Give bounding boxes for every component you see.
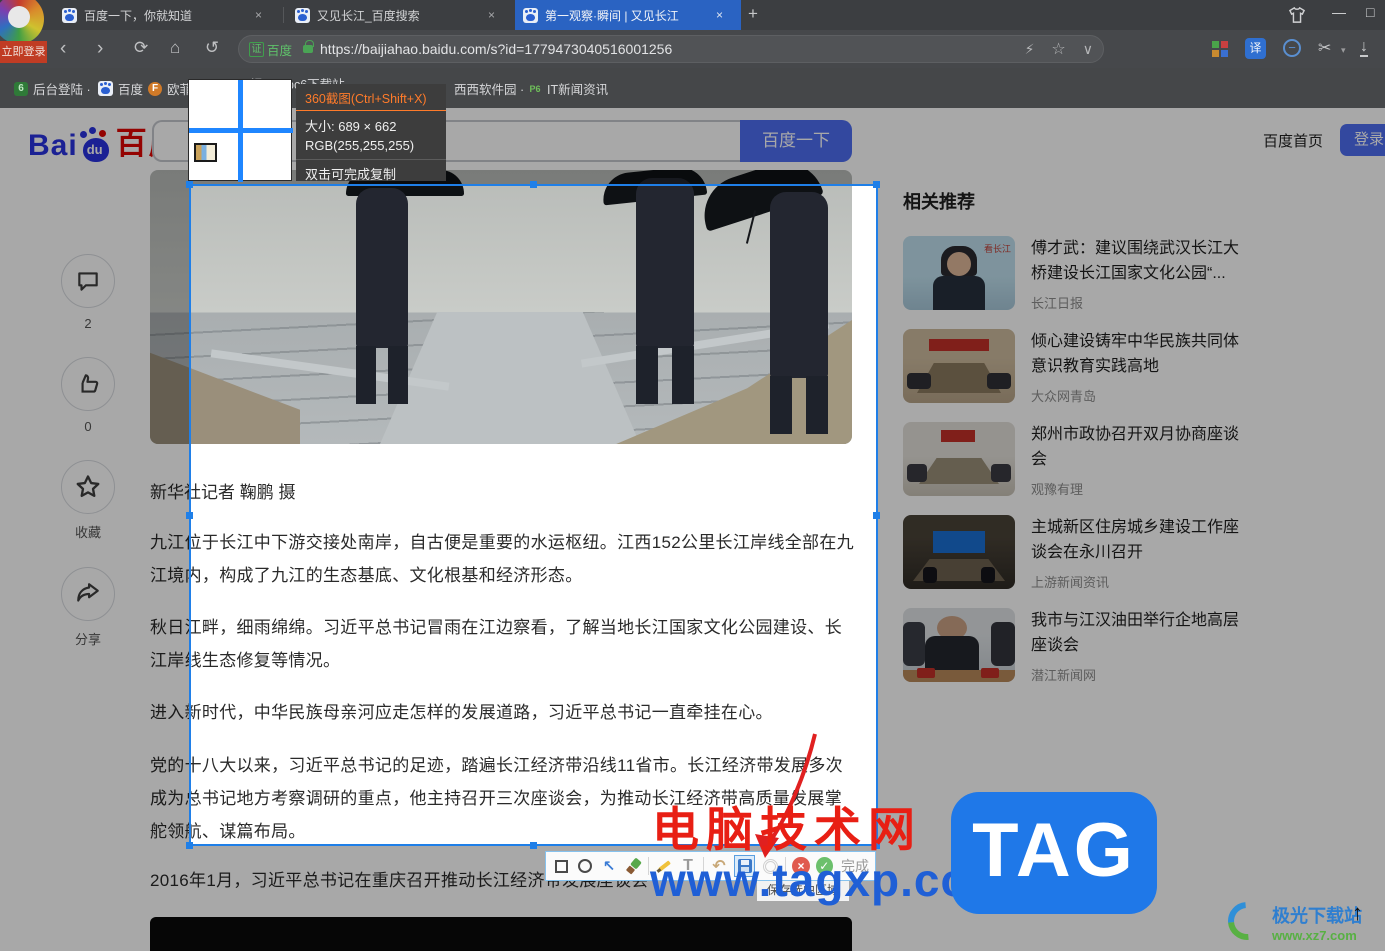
tab-close-icon[interactable]: ×	[716, 8, 723, 22]
scroll-up-arrow: ↑	[1352, 900, 1363, 925]
screen: Bai du 百度 百度一下 百度首页 登录 2 0 收藏 分享 新华社记者 鞠…	[0, 0, 1385, 951]
dim-overlay-left	[0, 184, 189, 951]
address-bar: ‹ › ⟳ ⌂ ↺ 证 百度 https://baijiahao.baidu.c…	[0, 30, 1385, 68]
selection-size: 大小: 689 × 662	[305, 119, 397, 134]
bookmark-label: 西西软件园 ·	[454, 83, 525, 97]
bookmark-label: 百度	[118, 83, 144, 97]
baidu-favicon	[62, 7, 77, 23]
bookmark-label: IT新闻资讯	[547, 83, 609, 97]
refresh-icon[interactable]: ⟳	[134, 38, 148, 58]
bookmark-item[interactable]: 6 后台登陆 ·	[14, 79, 91, 98]
minimize-button[interactable]: —	[1332, 4, 1346, 20]
bookmark-item[interactable]: 百度	[98, 79, 143, 98]
skin-theme-icon[interactable]	[1288, 7, 1306, 23]
scissors-dropdown-icon[interactable]: ▾	[1341, 45, 1346, 56]
tab-close-icon[interactable]: ×	[255, 8, 262, 22]
tab-title: 百度一下，你就知道	[84, 8, 193, 23]
back-icon[interactable]: ‹	[60, 38, 66, 60]
tab-search[interactable]: 又见长江_百度搜索 ×	[287, 0, 511, 30]
selection-handle[interactable]	[530, 181, 537, 188]
maximize-button[interactable]: □	[1366, 4, 1374, 20]
watermark-site-name: 电脑技术网	[652, 803, 922, 856]
tab-close-icon[interactable]: ×	[488, 8, 495, 22]
selection-handle[interactable]	[530, 842, 537, 849]
cert-icon: 证	[249, 41, 264, 57]
url-field[interactable]: 证 百度 https://baijiahao.baidu.com/s?id=17…	[238, 35, 1104, 63]
bookmark-label: 后台登陆 ·	[33, 83, 91, 97]
home-icon[interactable]: ⌂	[170, 38, 180, 58]
jiguang-logo-icon	[1220, 894, 1274, 948]
baidu-favicon	[98, 81, 113, 96]
url-text[interactable]: https://baijiahao.baidu.com/s?id=1779473…	[320, 41, 1008, 57]
arrow-tool-icon[interactable]: ↖	[600, 857, 618, 875]
tab-article-active[interactable]: 第一观察·瞬间 | 又见长江 ×	[515, 0, 741, 30]
selection-handle[interactable]	[873, 512, 880, 519]
screenshot-tooltip: 360截图(Ctrl+Shift+X) 大小: 689 × 662 RGB(25…	[296, 84, 446, 182]
tab-baidu-home[interactable]: 百度一下，你就知道 ×	[54, 0, 280, 30]
pixel-rgb: RGB(255,255,255)	[305, 138, 415, 153]
bookmark-item[interactable]: P6 IT新闻资讯	[528, 79, 608, 98]
brush-tool-icon[interactable]	[624, 857, 642, 875]
lock-icon	[303, 40, 314, 53]
bookmark-favicon: 6	[14, 81, 28, 96]
watermark-jiguang: 极光下载站 www.xz7.com	[1220, 894, 1362, 948]
tab-title: 又见长江_百度搜索	[317, 8, 420, 23]
scissors-icon[interactable]: ✂	[1318, 38, 1331, 58]
tab-title: 第一观察·瞬间 | 又见长江	[545, 8, 679, 23]
cert-site-name: 百度	[267, 43, 293, 58]
bookmark-item[interactable]: F 欧菲	[148, 79, 192, 98]
chevron-down-icon[interactable]: ∨	[1083, 41, 1093, 58]
bookmark-favicon: F	[148, 81, 162, 96]
forward-icon[interactable]: ›	[97, 38, 103, 60]
new-tab-button[interactable]: +	[748, 4, 758, 24]
screenshot-magnifier	[188, 79, 293, 182]
crosshair-horizontal	[189, 128, 293, 133]
site-cert-badge[interactable]: 证 百度	[249, 40, 292, 59]
browser-login-tag[interactable]: 立即登录	[0, 41, 47, 63]
watermark-tag-logo: TAG	[951, 792, 1157, 914]
jiguang-url: www.xz7.com	[1272, 928, 1357, 943]
selection-handle[interactable]	[186, 181, 193, 188]
baidu-favicon	[295, 7, 310, 23]
download-icon[interactable]: ↓	[1360, 38, 1368, 57]
pixel-preview	[194, 143, 217, 162]
ad-blocker-icon[interactable]: −	[1283, 39, 1301, 57]
jiguang-name: 极光下载站	[1272, 906, 1362, 926]
rectangle-tool-icon[interactable]	[552, 857, 570, 875]
baidu-favicon	[523, 7, 538, 23]
selection-handle[interactable]	[186, 842, 193, 849]
translate-icon[interactable]: 译	[1245, 38, 1266, 59]
bookmark-star-icon[interactable]: ☆	[1051, 39, 1065, 59]
flash-icon[interactable]: ⚡	[1025, 41, 1035, 58]
bookmark-favicon: P6	[529, 83, 541, 94]
selection-handle[interactable]	[186, 512, 193, 519]
restore-icon[interactable]: ↺	[205, 38, 219, 58]
tab-bar: 百度一下，你就知道 × 又见长江_百度搜索 × 第一观察·瞬间 | 又见长江 ×…	[0, 0, 1385, 30]
tool-hint: 双击可完成复制	[305, 167, 397, 182]
ellipse-tool-icon[interactable]	[576, 857, 594, 875]
selection-handle[interactable]	[873, 181, 880, 188]
apps-grid-icon[interactable]	[1212, 41, 1228, 57]
tool-title: 360截图(Ctrl+Shift+X)	[305, 92, 427, 106]
bookmark-item[interactable]: C 西西软件园 ·	[435, 79, 524, 98]
